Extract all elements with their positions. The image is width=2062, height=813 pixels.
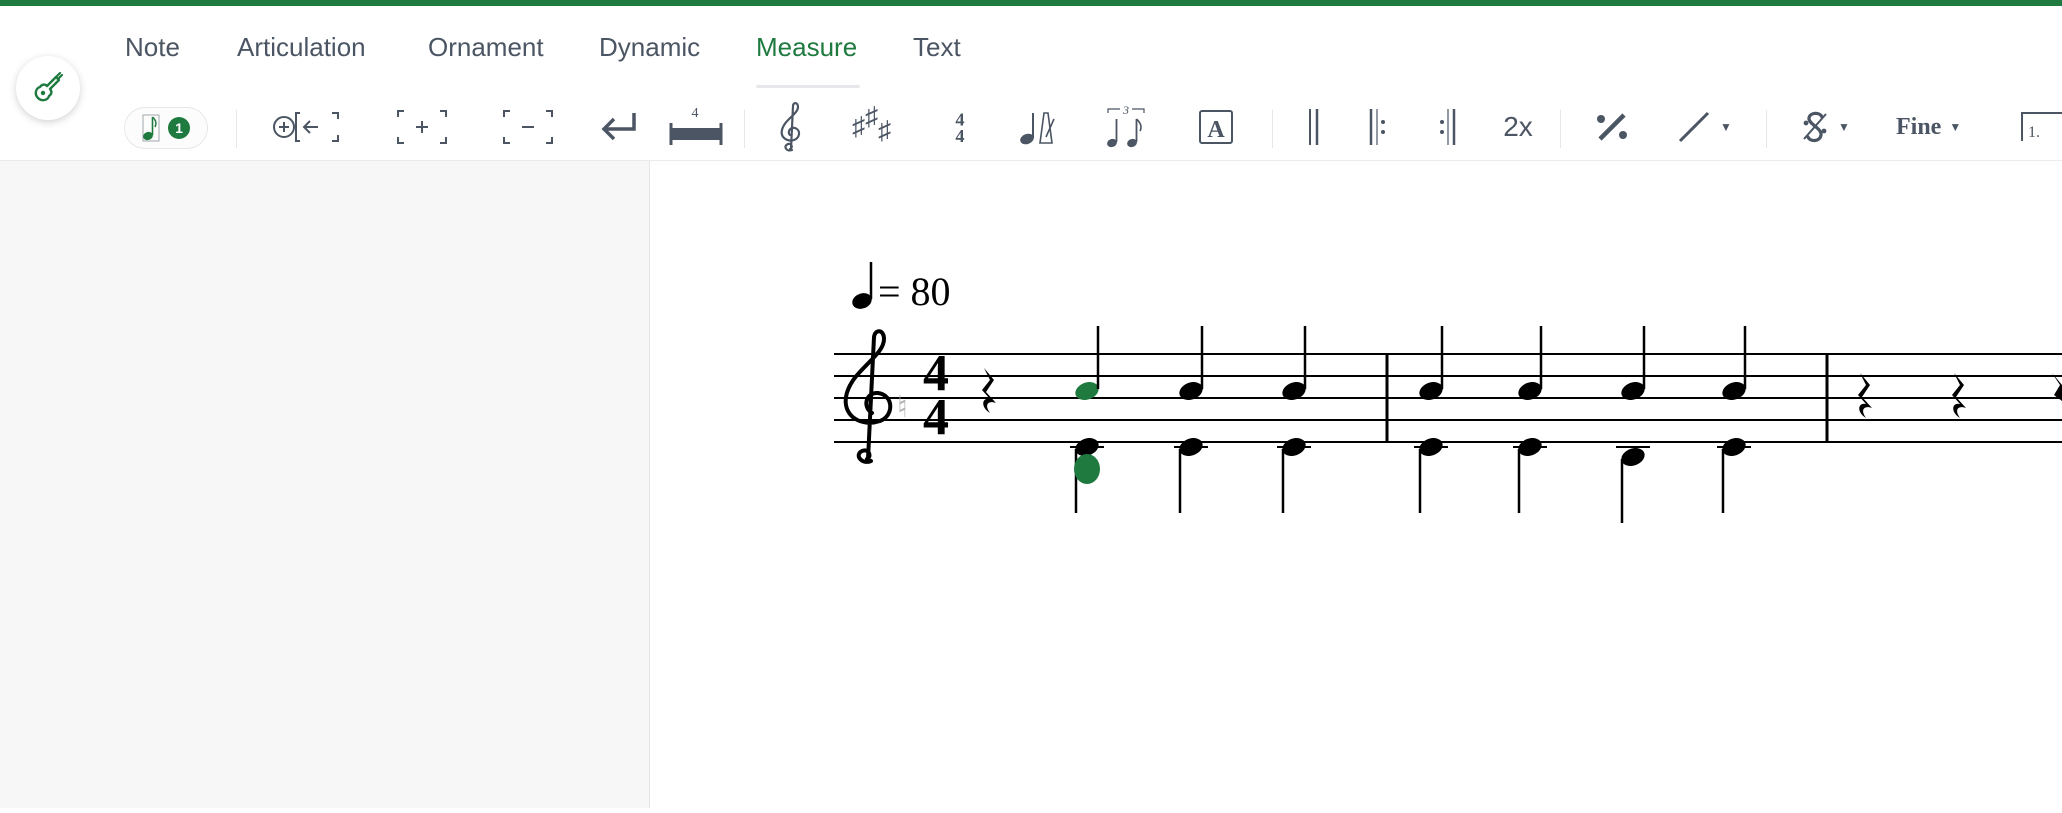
text-box-icon: A	[1199, 110, 1233, 144]
insert-measure-before-button[interactable]	[270, 102, 346, 152]
note-voice2[interactable]	[1616, 445, 1650, 523]
svg-text:♯: ♯	[852, 112, 865, 141]
note[interactable]	[1177, 326, 1205, 403]
measure-toolbar: 1 4 ♯ ♯ ♯ 4 4 3 A 2x ▼ ▼ Fine ▼ 1.	[0, 90, 2062, 164]
volta-bracket-icon: 1.	[2021, 112, 2062, 141]
time-signature[interactable]: 4 4	[923, 345, 949, 446]
key-signature-button[interactable]: ♯ ♯ ♯	[852, 102, 904, 152]
note-voice2[interactable]	[1277, 435, 1311, 513]
tab-dynamic[interactable]: Dynamic	[599, 32, 700, 63]
remove-measure-icon	[503, 110, 553, 144]
measure-repeat-icon	[1597, 113, 1627, 141]
add-measure-button[interactable]	[394, 102, 450, 152]
quarter-rest[interactable]	[1858, 373, 1872, 418]
time-sig-bottom: 4	[955, 126, 964, 146]
add-measure-icon	[397, 110, 447, 144]
score-canvas[interactable]: = 80 ♮ 4 4	[650, 161, 2062, 808]
metronome-icon	[1020, 112, 1055, 145]
fine-label: Fine	[1896, 113, 1942, 140]
staff	[834, 353, 2062, 443]
remove-measure-button[interactable]	[500, 102, 556, 152]
tab-measure[interactable]: Measure	[756, 32, 857, 63]
quarter-rest[interactable]	[982, 368, 996, 413]
line-break-icon	[601, 113, 636, 141]
active-tab-indicator	[756, 85, 860, 88]
quarter-rest[interactable]	[1952, 373, 1966, 418]
voice-selector[interactable]: 1	[124, 107, 208, 149]
tempo-button[interactable]	[1018, 102, 1058, 152]
repeat-count-button[interactable]: 2x	[1496, 102, 1540, 152]
note[interactable]	[1720, 326, 1748, 403]
fine-dropdown[interactable]: Fine ▼	[1896, 102, 1980, 152]
volta-button[interactable]: 1.	[2018, 102, 2062, 152]
repeat-end-button[interactable]	[1438, 102, 1458, 152]
repeat-start-button[interactable]	[1368, 102, 1388, 152]
text-box-letter: A	[1207, 117, 1225, 143]
courtesy-natural: ♮	[897, 391, 908, 424]
tab-text[interactable]: Text	[913, 32, 961, 63]
tempo-marking[interactable]: = 80	[850, 262, 951, 314]
chevron-down-icon: ▼	[1949, 120, 1962, 134]
treble-clef-icon	[780, 102, 801, 152]
tab-ornament[interactable]: Ornament	[428, 32, 544, 63]
repeat-end-icon	[1440, 109, 1456, 145]
slash-notation-dropdown[interactable]: ▼	[1676, 102, 1742, 152]
double-barline-icon	[1309, 109, 1319, 145]
chevron-down-icon: ▼	[1838, 120, 1850, 134]
svg-text:♯: ♯	[878, 116, 891, 145]
toolbar-separator	[1766, 110, 1767, 148]
clef-button[interactable]	[776, 102, 806, 152]
left-panel	[0, 161, 650, 808]
voice-number-badge: 1	[168, 117, 190, 139]
multi-measure-rest-button[interactable]: 4	[668, 102, 724, 152]
time-signature-icon: 4 4	[955, 109, 964, 146]
toolbar-separator	[236, 110, 237, 148]
note[interactable]	[1417, 326, 1445, 403]
insert-measure-before-icon	[273, 112, 339, 142]
chevron-down-icon: ▼	[1720, 120, 1732, 134]
time-signature-bottom: 4	[923, 389, 949, 446]
tempo-value: = 80	[878, 269, 951, 314]
key-signature-icon: ♯ ♯ ♯	[852, 105, 891, 145]
svg-text:♯: ♯	[865, 105, 878, 131]
time-signature-button[interactable]: 4 4	[950, 102, 970, 152]
tab-articulation[interactable]: Articulation	[237, 32, 366, 63]
tuplet-number: 3	[1122, 103, 1129, 117]
repeat-start-icon	[1369, 109, 1385, 145]
tuplet-button[interactable]: 3	[1104, 102, 1148, 152]
segno-dropdown[interactable]: ▼	[1800, 102, 1866, 152]
line-break-button[interactable]	[598, 102, 642, 152]
repeat-count-label: 2x	[1503, 111, 1533, 142]
double-barline-button[interactable]	[1306, 102, 1322, 152]
toolbar-separator	[744, 110, 745, 148]
voice-note-icon	[142, 114, 160, 142]
note[interactable]	[1516, 326, 1544, 403]
toolbar-separator	[1272, 110, 1273, 148]
score-svg: = 80 ♮ 4 4	[834, 262, 2062, 523]
note-voice2[interactable]	[1717, 435, 1751, 513]
note-selected[interactable]	[1073, 326, 1101, 403]
tab-bar: Note Articulation Ornament Dynamic Measu…	[0, 12, 2062, 88]
tuplet-icon: 3	[1107, 103, 1145, 148]
note[interactable]	[1619, 326, 1647, 403]
note-voice2[interactable]	[1174, 435, 1208, 513]
measure-repeat-button[interactable]	[1594, 102, 1630, 152]
text-box-button[interactable]: A	[1198, 102, 1234, 152]
note-voice2[interactable]	[1513, 435, 1547, 513]
multi-rest-number: 4	[692, 106, 699, 121]
multi-measure-rest-icon: 4	[669, 106, 723, 145]
volta-label: 1.	[2028, 124, 2040, 141]
app-header: Note Articulation Ornament Dynamic Measu…	[0, 6, 2062, 161]
tab-note[interactable]: Note	[125, 32, 180, 63]
toolbar-separator	[1560, 110, 1561, 148]
segno-icon	[1803, 111, 1827, 143]
note[interactable]	[1280, 326, 1308, 403]
slash-notation-icon	[1678, 111, 1710, 143]
cursor-note-preview	[1074, 454, 1100, 484]
quarter-rest-partial[interactable]	[2052, 373, 2062, 401]
note-voice2[interactable]	[1414, 435, 1448, 513]
